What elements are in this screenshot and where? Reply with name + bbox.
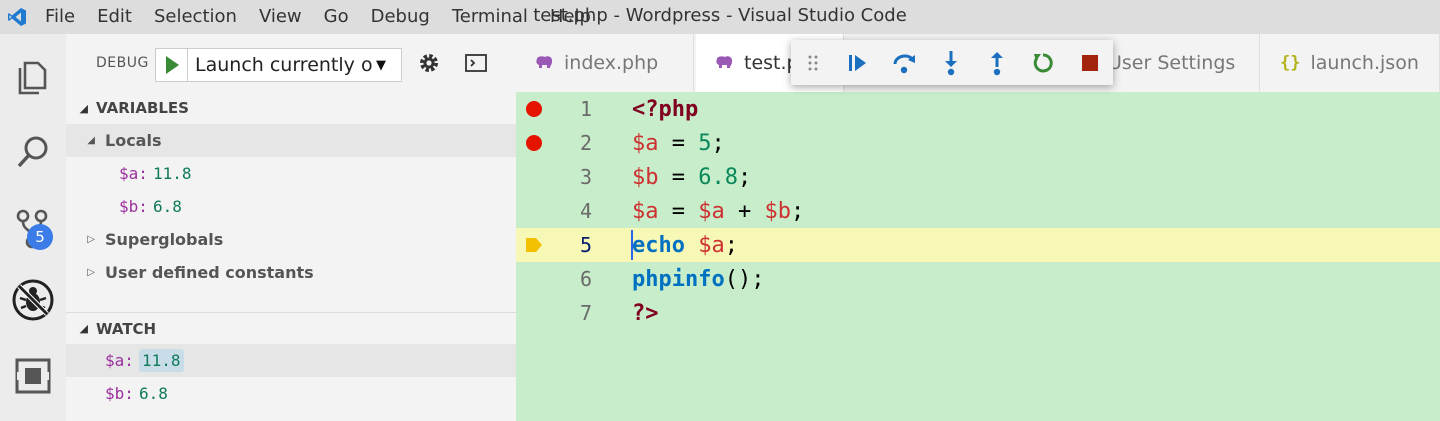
search-icon[interactable] <box>0 122 66 182</box>
code-line[interactable]: 4 $a = $a + $b; <box>516 194 1440 228</box>
chevron-down-icon: ▼ <box>376 57 386 73</box>
debug-console-icon[interactable] <box>464 53 488 77</box>
code-text: phpinfo(); <box>632 266 765 292</box>
watch-row[interactable]: $b: 6.8 <box>66 377 516 410</box>
watch-name: $a: <box>105 351 134 370</box>
watch-section-header[interactable]: ◢ WATCH <box>66 312 516 344</box>
variable-name: $b: <box>119 197 148 216</box>
line-number: 3 <box>579 165 592 189</box>
tab-label: index.php <box>564 52 659 74</box>
breakpoint-icon[interactable] <box>516 126 552 160</box>
superglobals-node[interactable]: ▷ Superglobals <box>66 223 516 256</box>
menu-help[interactable]: Help <box>539 0 602 34</box>
code-text: $a = $a + $b; <box>632 198 805 224</box>
gear-icon[interactable] <box>417 51 441 79</box>
menu-file[interactable]: File <box>34 0 86 34</box>
menu-go[interactable]: Go <box>313 0 360 34</box>
start-debugging-icon[interactable] <box>156 49 188 81</box>
restart-icon[interactable] <box>1020 40 1066 85</box>
menu-bar: File Edit Selection View Go Debug Termin… <box>34 0 602 34</box>
expanded-triangle-icon: ◢ <box>87 135 95 146</box>
extensions-icon[interactable] <box>0 346 66 406</box>
json-braces-icon: {} <box>1280 53 1301 73</box>
step-into-icon[interactable] <box>927 40 973 85</box>
watch-name: $b: <box>105 384 134 403</box>
collapsed-triangle-icon: ▷ <box>87 234 95 245</box>
line-number: 4 <box>579 199 592 223</box>
line-number: 7 <box>579 301 592 325</box>
code-line[interactable]: 3 $b = 6.8; <box>516 160 1440 194</box>
tab-label: User Settings <box>1108 52 1236 74</box>
superglobals-label: Superglobals <box>105 230 224 249</box>
current-statement-arrow-icon <box>516 228 552 262</box>
source-control-icon[interactable]: 5 <box>0 198 66 258</box>
locals-label: Locals <box>105 131 162 150</box>
continue-icon[interactable] <box>834 40 880 85</box>
menu-view[interactable]: View <box>248 0 313 34</box>
menu-debug[interactable]: Debug <box>360 0 441 34</box>
watch-value[interactable]: 11.8 <box>139 349 184 372</box>
constants-node[interactable]: ▷ User defined constants <box>66 256 516 289</box>
watch-row[interactable]: $a: 11.8 <box>66 344 516 377</box>
title-bar: File Edit Selection View Go Debug Termin… <box>0 0 1440 34</box>
code-line[interactable]: 6 phpinfo(); <box>516 262 1440 296</box>
code-text: ?> <box>632 300 659 326</box>
drag-handle-icon[interactable] <box>791 40 834 85</box>
debug-sidebar: DEBUG Launch currently ope ▼ ◢ VARIABLES… <box>66 34 516 421</box>
scm-badge: 5 <box>27 224 53 250</box>
variable-value: 6.8 <box>153 197 182 216</box>
line-number: 1 <box>579 97 592 121</box>
tab-label: launch.json <box>1310 52 1419 74</box>
constants-label: User defined constants <box>105 263 314 282</box>
watch-value: 6.8 <box>139 384 168 403</box>
code-text: $a = 5; <box>632 130 725 156</box>
menu-terminal[interactable]: Terminal <box>441 0 539 34</box>
menu-selection[interactable]: Selection <box>143 0 248 34</box>
tab-launch-json[interactable]: {} launch.json <box>1262 34 1440 92</box>
code-line[interactable]: 2 $a = 5; <box>516 126 1440 160</box>
line-number: 2 <box>579 131 592 155</box>
stop-icon[interactable] <box>1067 40 1113 85</box>
php-elephant-icon <box>714 55 734 71</box>
line-number: 5 <box>579 233 592 257</box>
code-line[interactable]: 1 <?php <box>516 92 1440 126</box>
collapsed-triangle-icon: ▷ <box>87 267 95 278</box>
tab-index-php[interactable]: index.php <box>516 34 694 92</box>
menu-edit[interactable]: Edit <box>86 0 143 34</box>
breakpoint-icon[interactable] <box>516 92 552 126</box>
watch-title: WATCH <box>96 319 157 338</box>
explorer-icon[interactable] <box>0 46 66 106</box>
debug-label: DEBUG <box>96 55 149 71</box>
collapse-triangle-icon: ◢ <box>79 101 88 115</box>
code-text: <?php <box>632 96 699 122</box>
code-text: $b = 6.8; <box>632 164 752 190</box>
php-elephant-icon <box>534 55 554 71</box>
variable-value: 11.8 <box>153 164 192 183</box>
code-line[interactable]: 7 ?> <box>516 296 1440 330</box>
step-over-icon[interactable] <box>881 40 927 85</box>
variable-name: $a: <box>119 164 148 183</box>
variable-row[interactable]: $b: 6.8 <box>66 190 516 223</box>
step-out-icon[interactable] <box>974 40 1020 85</box>
vscode-logo-icon <box>0 0 34 34</box>
line-number: 6 <box>579 267 592 291</box>
variable-row[interactable]: $a: 11.8 <box>66 157 516 190</box>
launch-config-select[interactable]: Launch currently ope ▼ <box>155 48 402 82</box>
floating-debug-toolbar <box>791 40 1113 85</box>
variables-title: VARIABLES <box>96 99 189 117</box>
code-editor[interactable]: 1 <?php 2 $a = 5; 3 $b = 6.8; 4 $a = $a … <box>516 92 1440 421</box>
locals-node[interactable]: ◢ Locals <box>66 124 516 157</box>
collapse-triangle-icon: ◢ <box>79 322 88 335</box>
debug-icon[interactable] <box>0 270 66 330</box>
activity-bar: 5 <box>0 34 66 421</box>
current-execution-line[interactable]: 5 echo $a; <box>516 228 1440 262</box>
launch-config-label: Launch currently ope <box>195 54 374 76</box>
code-text: echo $a; <box>632 232 738 258</box>
variables-section-header[interactable]: ◢ VARIABLES <box>66 92 516 124</box>
